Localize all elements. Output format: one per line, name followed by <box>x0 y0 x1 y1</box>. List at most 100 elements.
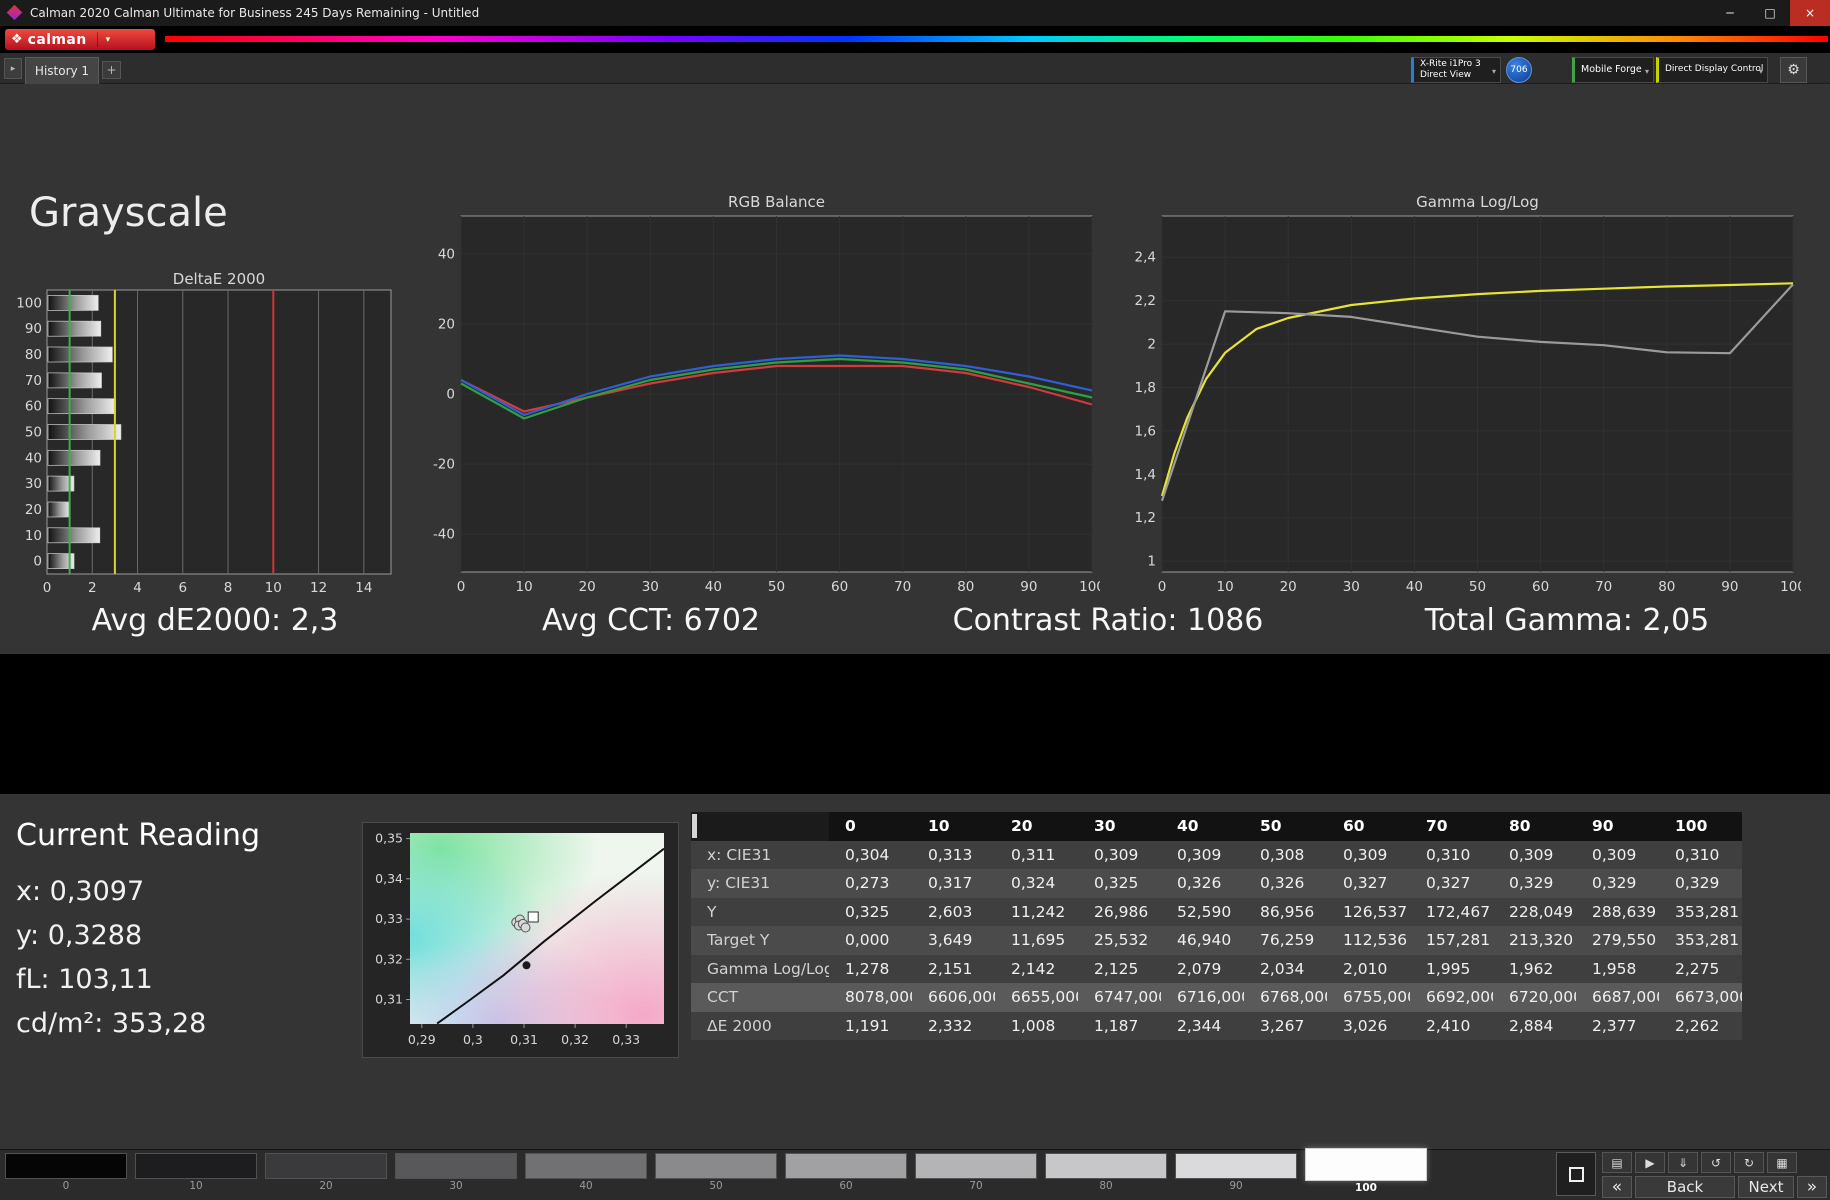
source-label: Mobile Forge <box>1581 64 1642 76</box>
table-cell: 172,467 <box>1410 897 1493 926</box>
level-button-70[interactable]: 70 <box>915 1153 1037 1194</box>
reading-cdm2: cd/m²: 353,28 <box>16 1008 207 1039</box>
level-button-30[interactable]: 30 <box>395 1153 517 1194</box>
rgb-balance-chart: 0 10 20 30 40 50 60 70 80 90 100 -40 -20 0 20 40 <box>433 215 1100 595</box>
level-button-90[interactable]: 90 <box>1175 1153 1297 1194</box>
table-cell: 0,309 <box>1327 840 1410 869</box>
level-label: 40 <box>579 1180 593 1192</box>
table-cell: 0,273 <box>829 869 912 898</box>
tick-label: 14 <box>355 580 372 596</box>
level-button-20[interactable]: 20 <box>265 1153 387 1194</box>
maximize-button[interactable]: □ <box>1750 0 1790 26</box>
chevron-down-icon: ▾ <box>1491 67 1496 76</box>
tick-label: 1,2 <box>1135 510 1156 526</box>
level-button-row: 0 10 20 30 40 50 60 70 80 90 100 <box>5 1148 1427 1194</box>
next-chevron-icon[interactable]: » <box>1797 1176 1827 1198</box>
table-scrollbar-thumb[interactable] <box>692 814 697 838</box>
add-tab-button[interactable]: + <box>102 61 121 79</box>
save-icon[interactable]: ⇓ <box>1668 1152 1698 1173</box>
table-cell: 2,884 <box>1493 1011 1576 1040</box>
table-cell: 353,281 <box>1659 897 1742 926</box>
titlebar: Calman 2020 Calman Ultimate for Business… <box>0 0 1830 26</box>
panel-expand-button[interactable]: ▸ <box>4 58 22 79</box>
level-button-80[interactable]: 80 <box>1045 1153 1167 1194</box>
deltae-bar <box>47 320 102 337</box>
reading-y: y: 0,3288 <box>16 920 143 951</box>
grid-icon[interactable]: ▦ <box>1767 1152 1797 1173</box>
table-cell: 112,536 <box>1327 926 1410 955</box>
table-cell: 1,278 <box>829 954 912 983</box>
minimize-button[interactable]: ─ <box>1710 0 1750 26</box>
table-cell: 157,281 <box>1410 926 1493 955</box>
tick-label: 30 <box>1343 579 1360 595</box>
tick-label: 0 <box>1158 579 1167 595</box>
tick-label: 0,33 <box>612 1032 640 1047</box>
tick-label: 20 <box>438 316 455 332</box>
monitor-icon[interactable]: ▤ <box>1602 1152 1632 1173</box>
level-swatch <box>5 1153 127 1179</box>
tick-label: 2 <box>88 580 97 596</box>
table-row-label: ΔE 2000 <box>691 1011 829 1040</box>
table-cell: 1,958 <box>1576 954 1659 983</box>
tick-label: 0,31 <box>510 1032 538 1047</box>
level-button-10[interactable]: 10 <box>135 1153 257 1194</box>
play-icon[interactable]: ▶ <box>1635 1152 1665 1173</box>
table-cell: 0,325 <box>829 897 912 926</box>
back-chevron-icon[interactable]: « <box>1602 1176 1632 1198</box>
next-button[interactable]: Next <box>1738 1176 1794 1198</box>
tick-label: 0,3 <box>463 1032 483 1047</box>
app-icon <box>6 4 23 21</box>
table-col-header: 10 <box>912 812 995 841</box>
calman-menu-button[interactable]: ❖ calman ▾ <box>5 29 155 50</box>
level-label: 20 <box>319 1180 333 1192</box>
cie-chromaticity-panel: 0,29 0,3 0,31 0,32 0,33 0,31 0,32 0,33 0,34 0,35 <box>362 822 679 1058</box>
table-cell: 2,262 <box>1659 1011 1742 1040</box>
source-dropdown[interactable]: Mobile Forge ▾ <box>1572 57 1654 83</box>
table-cell: 1,962 <box>1493 954 1576 983</box>
table-cell: 1,187 <box>1078 1011 1161 1040</box>
logo-bar: ❖ calman ▾ <box>0 26 1830 53</box>
level-swatch <box>785 1153 907 1179</box>
gamma-loglog-chart: 0 10 20 30 40 50 60 70 80 90 100 1 1,2 1,4 1,6 1,8 2 2,2 2… <box>1135 215 1801 595</box>
table-cell: 2,332 <box>912 1011 995 1040</box>
table-cell: 46,940 <box>1161 926 1244 955</box>
level-button-60[interactable]: 60 <box>785 1153 907 1194</box>
deltae-bar <box>47 398 116 415</box>
back-button[interactable]: Back <box>1635 1176 1735 1198</box>
current-reading-title: Current Reading <box>16 818 260 853</box>
table-cell: 0,326 <box>1244 869 1327 898</box>
stop-button[interactable] <box>1556 1152 1596 1196</box>
undo-icon[interactable]: ↺ <box>1701 1152 1731 1173</box>
table-cell: 0,304 <box>829 840 912 869</box>
table-cell: 6755,000 <box>1327 983 1410 1012</box>
table-col-header: 60 <box>1327 812 1410 841</box>
level-button-100[interactable]: 100 <box>1305 1148 1427 1194</box>
category-label: 20 <box>25 502 42 518</box>
tab-history-1[interactable]: History 1 <box>25 57 99 84</box>
table-cell: 0,329 <box>1659 869 1742 898</box>
table-col-header: 20 <box>995 812 1078 841</box>
level-swatch <box>525 1153 647 1179</box>
level-label: 60 <box>839 1180 853 1192</box>
level-button-0[interactable]: 0 <box>5 1153 127 1194</box>
table-cell: 6747,000 <box>1078 983 1161 1012</box>
level-label: 10 <box>189 1180 203 1192</box>
level-button-50[interactable]: 50 <box>655 1153 777 1194</box>
close-button[interactable]: × <box>1790 0 1830 26</box>
gear-icon[interactable]: ⚙ <box>1780 57 1807 83</box>
meter-device-dropdown[interactable]: X-Rite i1Pro 3 Direct View ▾ <box>1411 57 1501 83</box>
meter-profile-badge[interactable]: 706 <box>1506 57 1532 83</box>
table-row-label: Y <box>691 897 829 926</box>
table-cell: 228,049 <box>1493 897 1576 926</box>
redo-icon[interactable]: ↻ <box>1734 1152 1764 1173</box>
table-cell: 0,309 <box>1078 840 1161 869</box>
brand-name: calman <box>27 31 87 48</box>
level-button-40[interactable]: 40 <box>525 1153 647 1194</box>
category-label: 10 <box>25 528 42 544</box>
table-cell: 213,320 <box>1493 926 1576 955</box>
display-control-dropdown[interactable]: Direct Display Control ▾ <box>1656 57 1768 83</box>
tick-label: 20 <box>1280 579 1297 595</box>
table-cell: 2,125 <box>1078 954 1161 983</box>
display-control-label: Direct Display Control <box>1665 64 1764 75</box>
tick-label: -20 <box>433 457 455 473</box>
